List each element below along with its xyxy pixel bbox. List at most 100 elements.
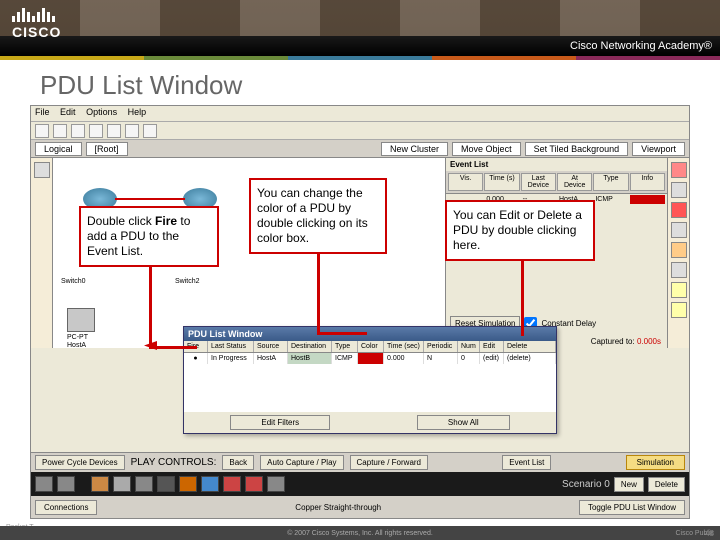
delete-cell[interactable]: (delete) — [504, 353, 556, 364]
device-label: PC-PT — [67, 334, 88, 341]
footer-bar: © 2007 Cisco Systems, Inc. All rights re… — [0, 526, 720, 540]
packet-tracer-window: File Edit Options Help Logical [Root] Ne… — [30, 105, 690, 519]
cable-type-button[interactable] — [179, 476, 197, 492]
callout-edit: You can Edit or Delete a PDU by double c… — [445, 200, 595, 261]
event-list-headers: Vis. Time (s) Last Device At Device Type… — [446, 171, 667, 194]
menu-help[interactable]: Help — [128, 107, 147, 117]
back-button[interactable]: Back — [222, 455, 254, 470]
btn-new-cluster[interactable]: New Cluster — [381, 142, 448, 156]
right-tool-rail — [667, 158, 689, 348]
cell-info-icon — [630, 195, 665, 204]
hdr-periodic: Periodic — [424, 341, 458, 352]
hdr-type: Type — [593, 173, 628, 191]
arrow-edit — [521, 252, 524, 336]
pdu-list-window[interactable]: PDU List Window Fire Last Status Source … — [183, 326, 557, 434]
pdu-headers: Fire Last Status Source Destination Type… — [184, 341, 556, 353]
capture-forward-button[interactable]: Capture / Forward — [350, 455, 428, 470]
toolbar-btn[interactable] — [53, 124, 67, 138]
hdr-source: Source — [254, 341, 288, 352]
menu-edit[interactable]: Edit — [60, 107, 76, 117]
cable-type-button[interactable] — [113, 476, 131, 492]
pdu-footer: Edit Filters Show All — [184, 412, 556, 433]
add-complex-pdu-icon[interactable] — [671, 302, 687, 318]
edit-cell[interactable]: (edit) — [480, 353, 504, 364]
toggle-pdu-list-button[interactable]: Toggle PDU List Window — [579, 500, 685, 515]
cable-type-button[interactable] — [201, 476, 219, 492]
cable-type-button[interactable] — [245, 476, 263, 492]
hdr-type: Type — [332, 341, 358, 352]
header-photo-strip — [0, 0, 720, 36]
hdr-edit: Edit — [480, 341, 504, 352]
num-cell: 0 — [458, 353, 480, 364]
callout-fire: Double click Fire to add a PDU to the Ev… — [79, 206, 219, 267]
device-category-button[interactable] — [57, 476, 75, 492]
source-cell: HostA — [254, 353, 288, 364]
delete-scenario-button[interactable]: Delete — [648, 477, 685, 492]
connection-type: Copper Straight-through — [295, 503, 381, 512]
tab-logical[interactable]: Logical — [35, 142, 82, 156]
tool-icon[interactable] — [671, 182, 687, 198]
pdu-window-title: PDU List Window — [184, 327, 556, 341]
event-list-button[interactable]: Event List — [502, 455, 551, 470]
toolbar-btn[interactable] — [35, 124, 49, 138]
cell-type: ICMP — [593, 195, 628, 204]
color-cell[interactable] — [358, 353, 384, 364]
tool-icon[interactable] — [671, 242, 687, 258]
hdr-time: Time (s) — [484, 173, 519, 191]
cable-type-button[interactable] — [267, 476, 285, 492]
toolbar-btn[interactable] — [125, 124, 139, 138]
tool-icon[interactable] — [671, 262, 687, 278]
pdu-row[interactable]: ● In Progress HostA HostB ICMP 0.000 N 0… — [184, 353, 556, 364]
menu-bar[interactable]: File Edit Options Help — [31, 106, 689, 122]
breadcrumb-root[interactable]: [Root] — [86, 142, 128, 156]
simulation-tab[interactable]: Simulation — [626, 455, 685, 470]
scenario-label: Scenario 0 — [562, 479, 610, 490]
arrow-fire — [149, 256, 152, 348]
copyright: © 2007 Cisco Systems, Inc. All rights re… — [287, 530, 433, 537]
toolbar-btn[interactable] — [71, 124, 85, 138]
time-cell: 0.000 — [384, 353, 424, 364]
menu-file[interactable]: File — [35, 107, 50, 117]
device-palette-row: Scenario 0 New Delete — [31, 472, 689, 496]
cable-type-button[interactable] — [223, 476, 241, 492]
device-category-button[interactable] — [35, 476, 53, 492]
cisco-wordmark: CISCO — [12, 24, 61, 40]
auto-capture-button[interactable]: Auto Capture / Play — [260, 455, 343, 470]
dest-cell: HostB — [288, 353, 332, 364]
rail-icon[interactable] — [34, 162, 50, 178]
fire-cell[interactable]: ● — [184, 353, 208, 364]
event-list-title: Event List — [446, 158, 667, 171]
play-controls-label: PLAY CONTROLS: — [131, 457, 217, 468]
type-cell: ICMP — [332, 353, 358, 364]
btn-set-background[interactable]: Set Tiled Background — [525, 142, 629, 156]
delete-tool-icon[interactable] — [671, 202, 687, 218]
arrow-fire-h — [149, 346, 197, 349]
power-cycle-button[interactable]: Power Cycle Devices — [35, 455, 125, 470]
cable-type-button[interactable] — [157, 476, 175, 492]
toolbar-btn[interactable] — [107, 124, 121, 138]
toolbar-btn[interactable] — [143, 124, 157, 138]
select-tool-icon[interactable] — [671, 162, 687, 178]
tool-icon[interactable] — [671, 222, 687, 238]
slide-header: CISCO Cisco Networking Academy® — [0, 0, 720, 56]
pc-device[interactable] — [67, 308, 95, 332]
menu-options[interactable]: Options — [86, 107, 117, 117]
edit-filters-button[interactable]: Edit Filters — [230, 415, 330, 430]
hdr-delete: Delete — [504, 341, 556, 352]
btn-move-object[interactable]: Move Object — [452, 142, 521, 156]
btn-viewport[interactable]: Viewport — [632, 142, 685, 156]
connections-label: Connections — [35, 500, 97, 515]
cable-type-button[interactable] — [91, 476, 109, 492]
page-number: 48 — [705, 529, 714, 538]
toolbar-btn[interactable] — [89, 124, 103, 138]
pdu-body-empty — [184, 364, 556, 412]
cisco-logo: CISCO — [12, 8, 61, 40]
new-scenario-button[interactable]: New — [614, 477, 644, 492]
device-label: HostA — [67, 342, 86, 349]
add-simple-pdu-icon[interactable] — [671, 282, 687, 298]
status-cell: In Progress — [208, 353, 254, 364]
cable-type-button[interactable] — [135, 476, 153, 492]
main-toolbar — [31, 122, 689, 140]
color-stripe — [0, 56, 720, 60]
show-all-button[interactable]: Show All — [417, 415, 510, 430]
